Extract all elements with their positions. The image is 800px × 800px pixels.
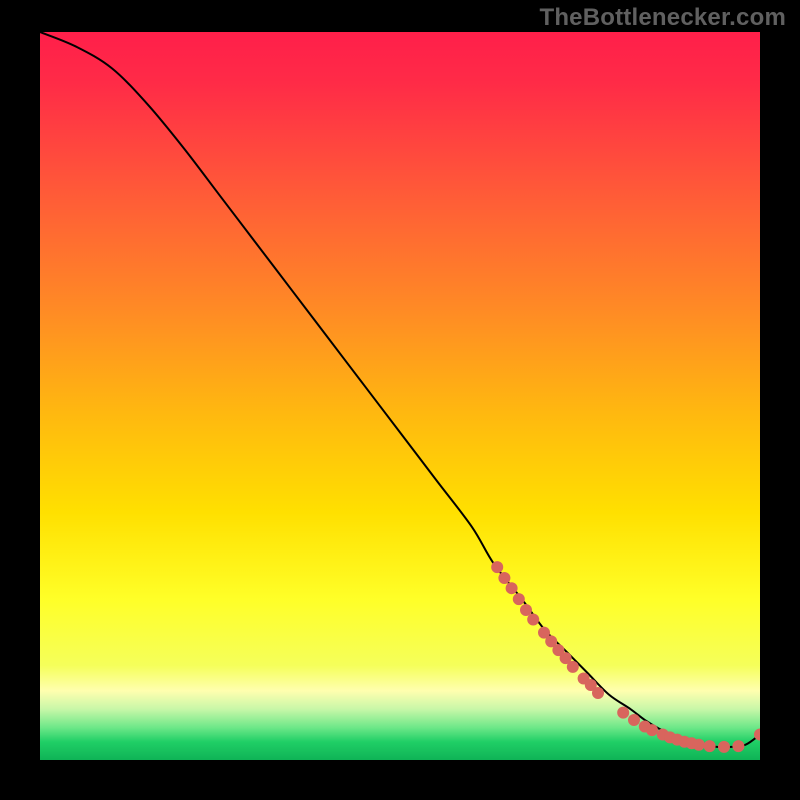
data-point	[520, 604, 532, 616]
data-point	[646, 724, 658, 736]
chart-container: TheBottlenecker.com	[0, 0, 800, 800]
data-point	[567, 661, 579, 673]
data-point	[491, 561, 503, 573]
data-point	[732, 740, 744, 752]
data-point	[513, 593, 525, 605]
data-point	[527, 614, 539, 626]
data-point	[506, 582, 518, 594]
watermark-text: TheBottlenecker.com	[539, 4, 786, 32]
data-point	[628, 714, 640, 726]
data-point	[617, 707, 629, 719]
gradient-background	[40, 32, 760, 760]
plot-area	[40, 32, 760, 760]
data-point	[693, 739, 705, 751]
data-point	[718, 741, 730, 753]
chart-svg	[40, 32, 760, 760]
data-point	[704, 740, 716, 752]
data-point	[498, 572, 510, 584]
data-point	[592, 687, 604, 699]
